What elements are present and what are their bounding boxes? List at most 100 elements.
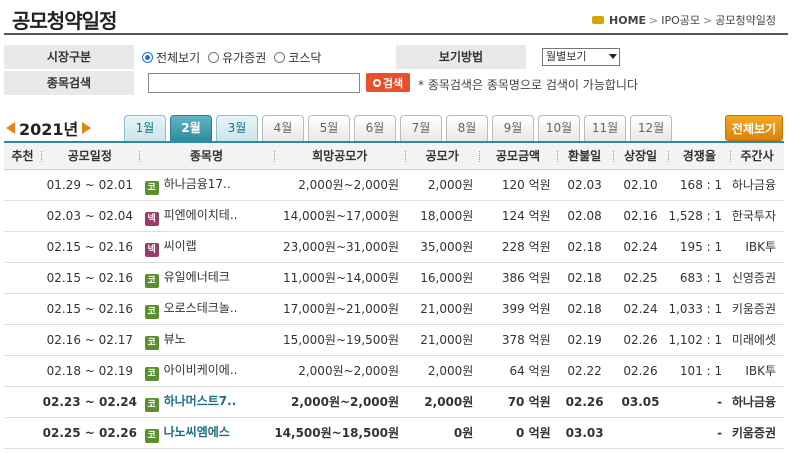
breadcrumb-ipo[interactable]: IPO공모 <box>661 12 700 28</box>
table-row[interactable]: 02.03 ~ 02.04 넥 피엔에이치테.. 14,000원~17,000원 18,… <box>4 200 784 232</box>
cell-refund: 02.26 <box>556 386 613 418</box>
cell-price: 21,000원 <box>405 293 480 325</box>
cell-listing: 02.16 <box>612 200 669 232</box>
cell-listing: 02.24 <box>612 293 669 325</box>
stock-name-link[interactable]: 씨이랩 <box>164 239 197 253</box>
market-radio-group: 전체보기 유가증권 코스닥 <box>142 49 321 66</box>
kosdaq-badge-icon: 코 <box>144 397 159 412</box>
cell-period: 02.25 ~ 02.26 <box>40 417 139 449</box>
cell-price: 16,000원 <box>405 262 480 294</box>
tab-month-1[interactable]: 1월 <box>124 115 166 141</box>
table-row[interactable]: 02.15 ~ 02.16 넥 씨이랩 23,000원~31,000원 35,000원 2… <box>4 231 784 263</box>
column-header-hope-price: 희망공모가 <box>274 143 406 170</box>
stock-name-link[interactable]: 하나머스트7.. <box>164 394 237 408</box>
cell-name[interactable]: 코 하나금융17.. <box>138 169 275 201</box>
tab-month-6[interactable]: 6월 <box>354 115 396 141</box>
view-all-button[interactable]: 전체보기 <box>725 115 783 141</box>
tab-month-7[interactable]: 7월 <box>400 115 442 141</box>
kosdaq-badge-icon: 코 <box>144 335 159 350</box>
cell-hope-price: 11,000원~14,000원 <box>274 262 406 294</box>
cell-name[interactable]: 코 아이비케이에.. <box>138 355 275 387</box>
search-icon <box>372 78 381 87</box>
stock-name-link[interactable]: 하나금융17.. <box>164 177 231 191</box>
search-row-market: 시장구분 전체보기 유가증권 코스닥 보기방법 월별보기 <box>4 44 784 70</box>
table-row[interactable]: 02.15 ~ 02.16 코 유일에너테크 11,000원~14,000원 16,00… <box>4 262 784 294</box>
cell-period: 02.15 ~ 02.16 <box>40 262 139 294</box>
radio-selected-icon[interactable] <box>142 52 153 63</box>
tab-month-4[interactable]: 4월 <box>262 115 304 141</box>
table-row[interactable]: 02.23 ~ 02.24 코 하나머스트7.. 2,000원~2,000원 2,000… <box>4 386 784 418</box>
cell-listing: 02.26 <box>612 324 669 356</box>
cell-amount: 386 억원 <box>479 262 557 294</box>
cell-name[interactable]: 코 유일에너테크 <box>138 262 275 294</box>
radio-icon[interactable] <box>274 52 286 63</box>
view-select-value: 월별보기 <box>546 50 587 63</box>
table-row[interactable]: 02.16 ~ 02.17 코 뷰노 15,000원~19,500원 21,000원 37… <box>4 324 784 356</box>
cell-name[interactable]: 코 나노씨엠에스 <box>138 417 275 449</box>
month-tabs: 2021년 1월 2월 3월 4월 5월 6월 7월 8월 9월 10월 11월 12월 전체보기 <box>0 112 792 142</box>
radio-label: 전체보기 <box>156 51 201 65</box>
radio-icon[interactable] <box>208 52 220 63</box>
cell-rec <box>4 324 41 356</box>
tab-month-2[interactable]: 2월 <box>170 115 212 141</box>
radio-label: 코스닥 <box>288 51 322 65</box>
market-radio-kosdaq[interactable]: 코스닥 <box>274 49 321 66</box>
market-radio-all[interactable]: 전체보기 <box>142 49 200 66</box>
tab-month-12[interactable]: 12월 <box>630 115 672 141</box>
stock-name-link[interactable]: 오로스테크놀.. <box>164 301 238 315</box>
stock-search-input[interactable] <box>148 73 360 93</box>
cell-amount: 378 억원 <box>479 324 557 356</box>
tab-month-10[interactable]: 10월 <box>538 115 580 141</box>
prev-year-icon[interactable] <box>6 122 15 134</box>
cell-hope-price: 2,000원~2,000원 <box>274 355 406 387</box>
cell-name[interactable]: 코 오로스테크놀.. <box>138 293 275 325</box>
cell-competition: 1,033 : 1 <box>668 293 731 325</box>
cell-rec <box>4 417 41 449</box>
cell-period: 02.23 ~ 02.24 <box>40 386 139 418</box>
stock-name-link[interactable]: 피엔에이치테.. <box>164 208 238 222</box>
cell-price: 2,000원 <box>405 355 480 387</box>
cell-name[interactable]: 넥 씨이랩 <box>138 231 275 263</box>
table-row[interactable]: 02.15 ~ 02.16 코 오로스테크놀.. 17,000원~21,000원 21,… <box>4 293 784 325</box>
tab-month-11[interactable]: 11월 <box>584 115 626 141</box>
stock-name-link[interactable]: 뷰노 <box>164 332 186 346</box>
tab-month-9[interactable]: 9월 <box>492 115 534 141</box>
radio-label: 유가증권 <box>222 51 267 65</box>
tab-month-8[interactable]: 8월 <box>446 115 488 141</box>
next-year-icon[interactable] <box>82 122 92 134</box>
market-radio-kospi[interactable]: 유가증권 <box>208 49 266 66</box>
cell-amount: 0 억원 <box>479 417 557 449</box>
cell-name[interactable]: 코 하나머스트7.. <box>138 386 275 418</box>
column-header-name: 종목명 <box>138 143 275 170</box>
stock-name-link[interactable]: 아이비케이에.. <box>164 363 238 377</box>
table-row[interactable]: 02.25 ~ 02.26 코 나노씨엠에스 14,500원~18,500원 0원 0 억… <box>4 417 784 449</box>
cell-refund: 02.18 <box>556 293 613 325</box>
table-row[interactable]: 02.18 ~ 02.19 코 아이비케이에.. 2,000원~2,000원 2,000… <box>4 355 784 387</box>
home-icon <box>592 16 605 24</box>
cell-period: 02.16 ~ 02.17 <box>40 324 139 356</box>
title-divider <box>4 33 788 35</box>
tab-month-5[interactable]: 5월 <box>308 115 350 141</box>
cell-name[interactable]: 넥 피엔에이치테.. <box>138 200 275 232</box>
cell-competition: 195 : 1 <box>668 231 731 263</box>
cell-amount: 228 억원 <box>479 231 557 263</box>
cell-price: 18,000원 <box>405 200 480 232</box>
cell-name[interactable]: 코 뷰노 <box>138 324 275 356</box>
kosdaq-badge-icon: 코 <box>144 180 159 195</box>
search-button[interactable]: 검색 <box>366 73 410 92</box>
cell-listing: 02.25 <box>612 262 669 294</box>
breadcrumb-home[interactable]: HOME <box>609 14 646 27</box>
breadcrumb-separator: > <box>703 13 713 27</box>
cell-refund: 02.03 <box>556 169 613 201</box>
konex-badge-icon: 넥 <box>144 211 159 226</box>
table-row[interactable]: 01.29 ~ 02.01 코 하나금융17.. 2,000원~2,000원 2,000… <box>4 169 784 201</box>
view-select[interactable]: 월별보기 <box>542 48 620 66</box>
search-panel: 시장구분 전체보기 유가증권 코스닥 보기방법 월별보기 종목검색 검색 * 종… <box>4 44 784 96</box>
cell-hope-price: 2,000원~2,000원 <box>274 169 406 201</box>
ipo-schedule-table: 추천 공모일정 종목명 희망공모가 공모가 공모금액 환불일 상장일 경쟁율 주간사 01.29 … <box>4 143 784 449</box>
stock-name-link[interactable]: 나노씨엠에스 <box>164 425 230 439</box>
search-hint: * 종목검색은 종목명으로 검색이 가능합니다 <box>418 78 638 92</box>
cell-listing: 02.24 <box>612 231 669 263</box>
stock-name-link[interactable]: 유일에너테크 <box>164 270 230 284</box>
tab-month-3[interactable]: 3월 <box>216 115 258 141</box>
